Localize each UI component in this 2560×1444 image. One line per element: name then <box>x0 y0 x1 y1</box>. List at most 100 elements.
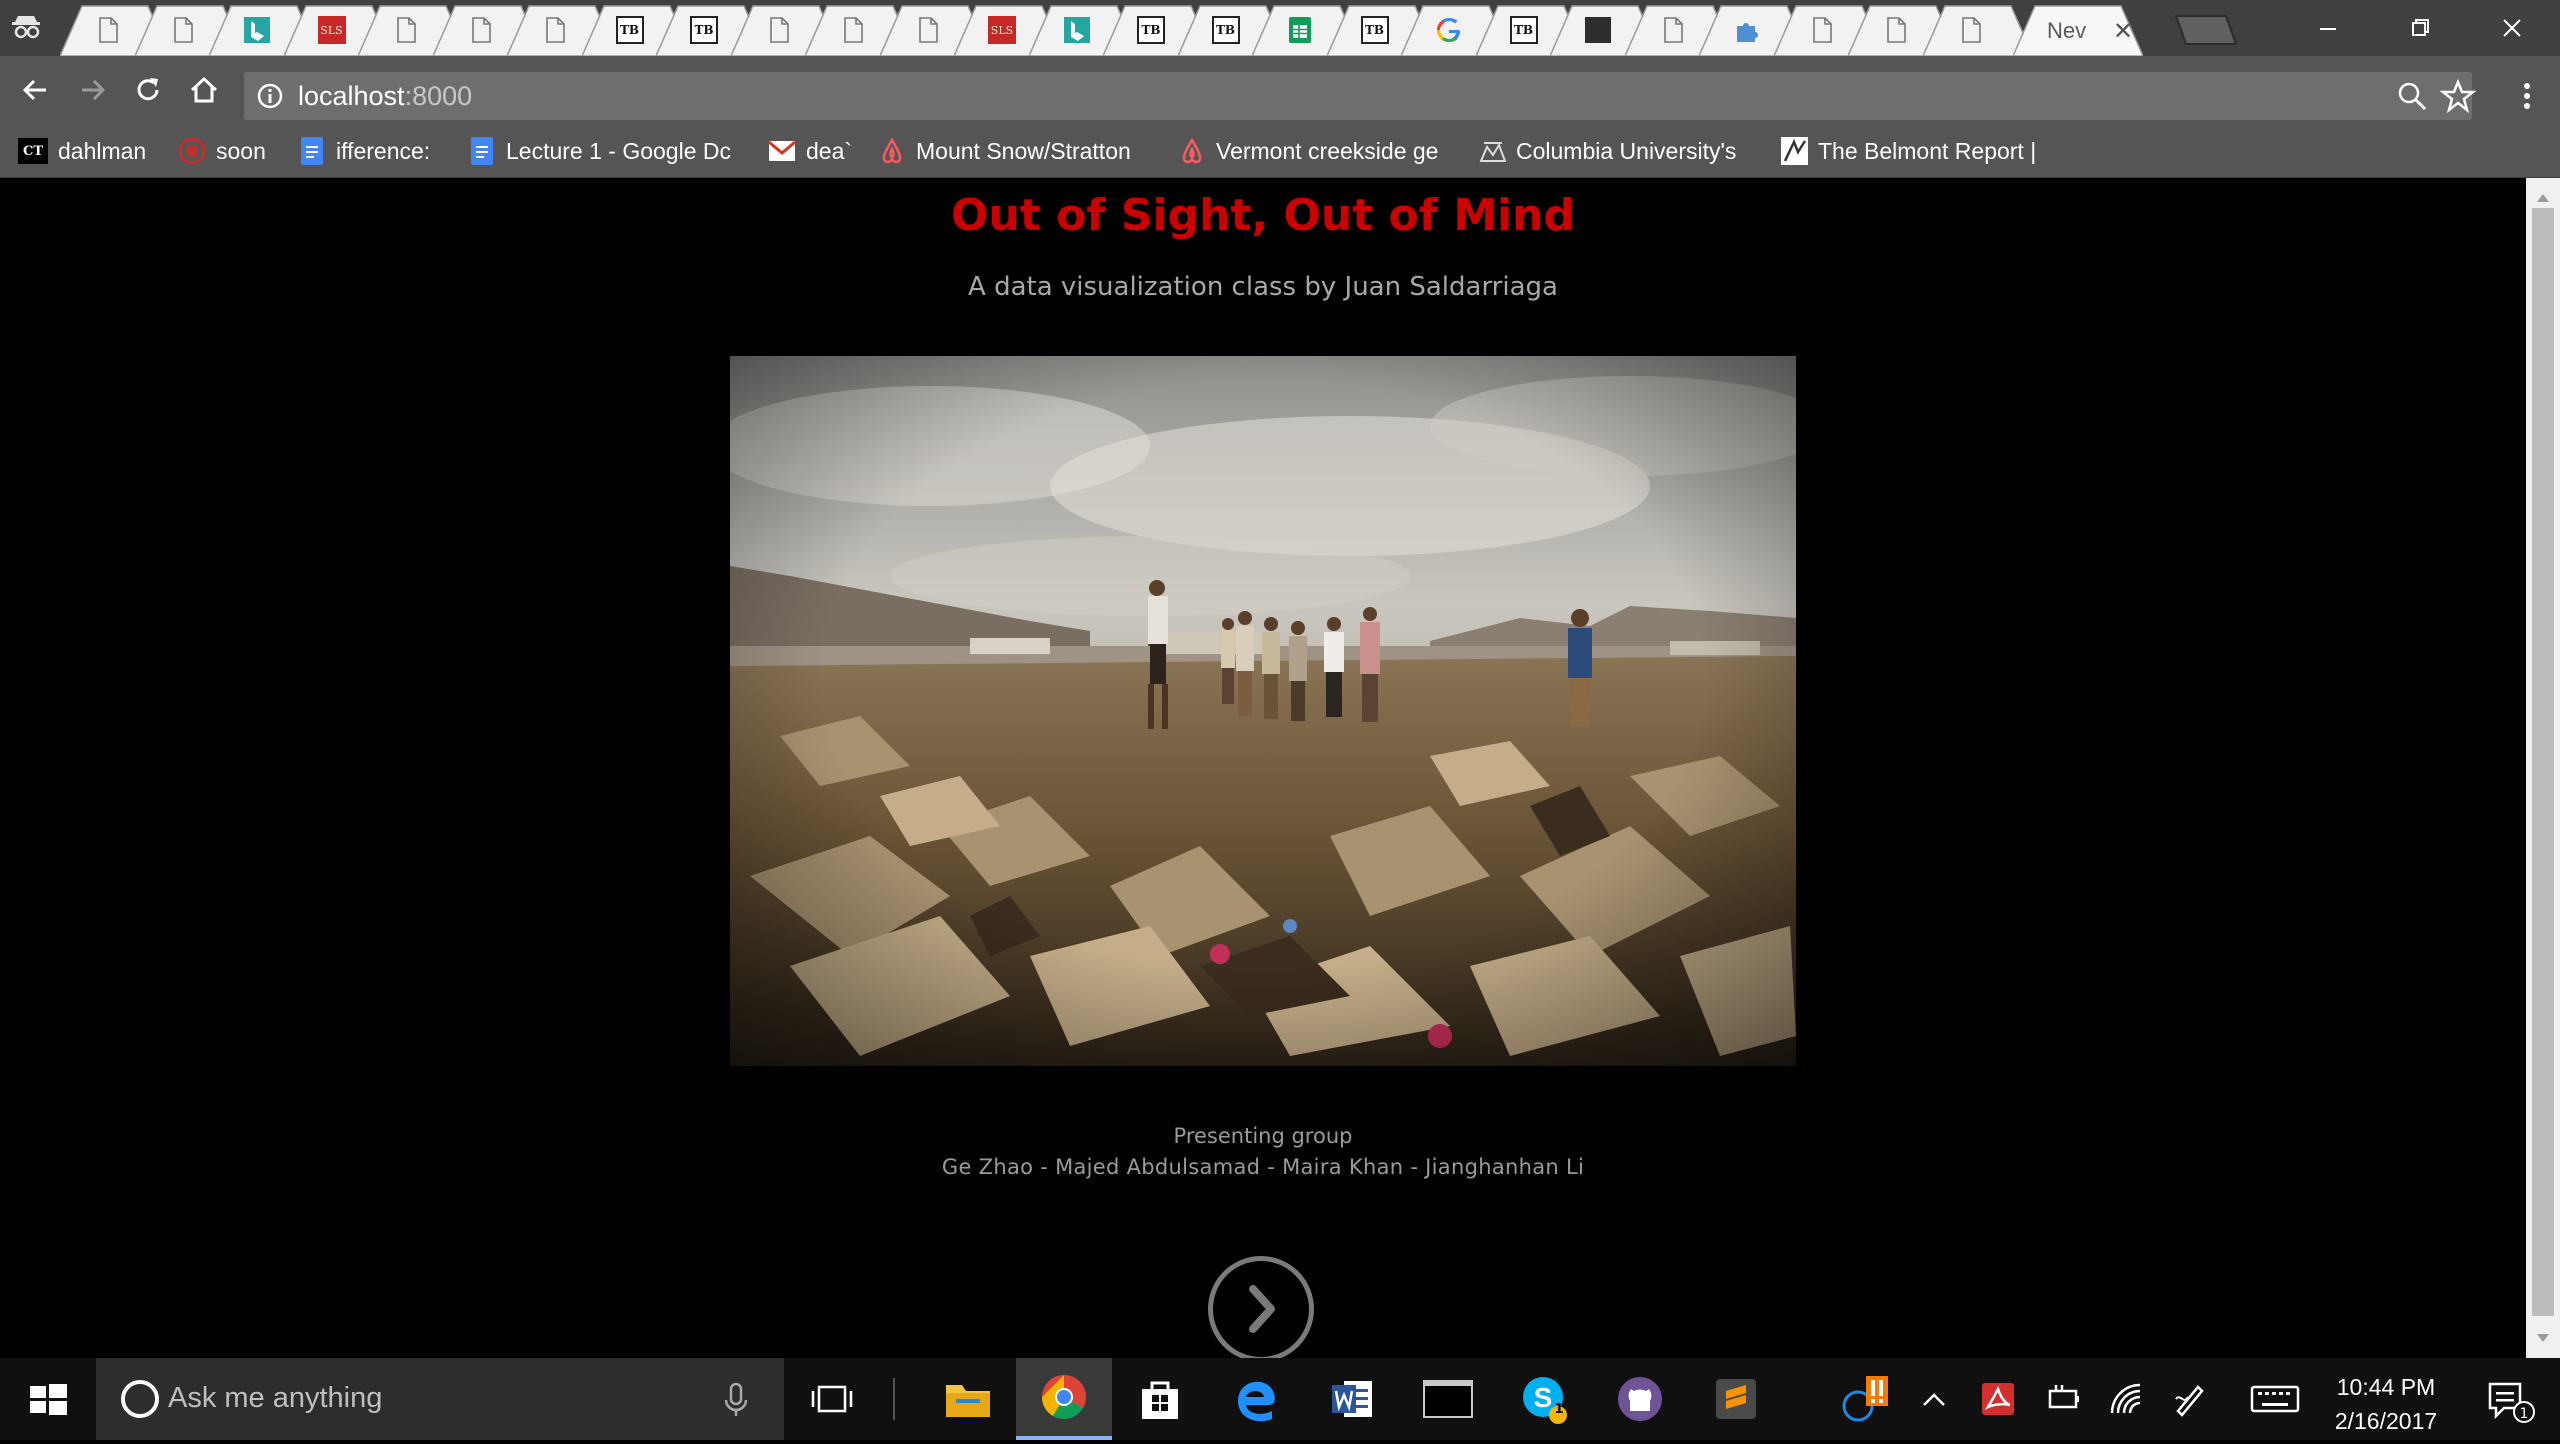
taskbar-github[interactable] <box>1592 1358 1688 1440</box>
menu-icon[interactable] <box>2512 78 2542 118</box>
bookmark-label: Columbia University's <box>1516 137 1737 164</box>
taskbar-chrome[interactable] <box>1016 1358 1112 1440</box>
minimize-button[interactable] <box>2288 4 2368 52</box>
columbia-icon <box>1478 137 1506 165</box>
taskbar-file-explorer[interactable] <box>920 1358 1016 1440</box>
tb-icon: TB <box>1211 16 1240 44</box>
reload-button[interactable] <box>128 70 168 110</box>
show-hidden-icons-chevron-icon[interactable] <box>1914 1378 1954 1420</box>
tab-close-icon[interactable]: ✕ <box>2113 17 2133 45</box>
url-text[interactable]: localhost:8000 <box>298 78 472 114</box>
page-icon <box>1882 16 1910 44</box>
tab-strip: SLS TB TB SLS TB TB TB TB Nev ✕ <box>0 0 2560 56</box>
active-browser-tab[interactable]: Nev ✕ <box>2013 4 2143 56</box>
taskbar-sublime[interactable] <box>1688 1358 1784 1440</box>
puzzle-icon <box>1733 16 1761 44</box>
page-subtitle: A data visualization class by Juan Salda… <box>968 272 1558 302</box>
bookmark-label: dea` <box>806 137 853 164</box>
taskbar-terminal[interactable] <box>1400 1358 1496 1440</box>
start-button[interactable] <box>0 1358 96 1440</box>
close-window-button[interactable] <box>2472 4 2552 52</box>
page-icon <box>1808 16 1836 44</box>
bing-icon <box>1063 16 1091 44</box>
taskbar-skype[interactable]: S 1 <box>1496 1358 1592 1440</box>
github-icon <box>1618 1377 1662 1421</box>
taskbar-edge[interactable] <box>1208 1358 1304 1440</box>
windows-taskbar: Ask me anything S 1 10:44 PM 2/16/2017 1 <box>0 1358 2560 1440</box>
gmail-icon <box>768 137 796 165</box>
page-viewport: Out of Sight, Out of Mind A data visuali… <box>0 178 2526 1358</box>
ct-icon: CT <box>18 138 48 164</box>
tb-icon: TB <box>1509 16 1538 44</box>
taskbar-word[interactable] <box>1304 1358 1400 1440</box>
page-icon <box>94 16 122 44</box>
scroll-down-arrow-icon[interactable] <box>2526 1324 2560 1354</box>
bookmark-vermont[interactable]: Vermont creekside ge <box>1178 133 1438 169</box>
bookmark-label: Mount Snow/Stratton <box>916 137 1131 164</box>
search-placeholder: Ask me anything <box>168 1382 383 1414</box>
edge-icon <box>1238 1381 1275 1422</box>
clock-date: 2/16/2017 <box>2334 1408 2438 1434</box>
page-icon <box>914 16 942 44</box>
pen-workspace-icon[interactable] <box>2170 1378 2210 1420</box>
clock[interactable]: 10:44 PM 2/16/2017 <box>2296 1370 2476 1438</box>
notification-count: 1 <box>2519 1406 2529 1422</box>
taskbar-store[interactable] <box>1112 1358 1208 1440</box>
caption-heading: Presenting group <box>1173 1124 1353 1148</box>
sublime-icon <box>1716 1379 1756 1419</box>
bookmark-dea[interactable]: dea` <box>768 133 852 169</box>
bookmark-label: ifference: <box>336 137 431 164</box>
forward-button[interactable] <box>72 70 112 110</box>
red-circle-icon <box>178 137 206 165</box>
incognito-icon <box>0 0 64 56</box>
cortana-icon <box>121 1380 159 1418</box>
address-bar[interactable] <box>244 72 2472 120</box>
touch-keyboard-icon[interactable] <box>2250 1378 2300 1420</box>
page-icon <box>765 16 793 44</box>
bookmark-belmont[interactable]: The Belmont Report | <box>1780 133 2036 169</box>
next-slide-button[interactable] <box>1208 1256 1314 1358</box>
folder-icon <box>946 1385 990 1417</box>
belmont-icon <box>1780 137 1808 165</box>
star-bookmark-icon[interactable] <box>2439 78 2477 118</box>
bookmark-dahlman[interactable]: CT dahlman <box>18 133 146 169</box>
url-host: localhost <box>298 81 405 111</box>
bookmark-columbia[interactable]: Columbia University's <box>1478 133 1736 169</box>
home-button[interactable] <box>184 70 224 110</box>
airbnb-icon <box>1178 137 1206 165</box>
task-view-icon <box>811 1385 853 1413</box>
active-tab-title: Nev <box>2047 18 2087 43</box>
page-icon <box>1957 16 1985 44</box>
url-port: :8000 <box>404 81 473 111</box>
tb-icon: TB <box>1137 16 1165 44</box>
zoom-icon[interactable] <box>2396 80 2428 116</box>
skype-badge: 1 <box>1554 1402 1564 1417</box>
info-icon[interactable] <box>254 80 286 116</box>
microphone-icon[interactable] <box>716 1358 756 1440</box>
scrollbar-thumb[interactable] <box>2532 208 2554 1316</box>
acrobat-tray-icon[interactable] <box>1978 1378 2018 1420</box>
store-icon <box>1142 1381 1178 1419</box>
action-center-icon[interactable]: 1 <box>2480 1378 2540 1423</box>
tray-alert-icon[interactable] <box>1836 1376 1896 1422</box>
restore-button[interactable] <box>2380 4 2460 52</box>
wifi-icon[interactable] <box>2106 1378 2146 1420</box>
caption-names: Ge Zhao - Majed Abdulsamad - Maira Khan … <box>941 1155 1585 1179</box>
airbnb-icon <box>878 137 906 165</box>
bookmark-soon[interactable]: soon <box>178 133 266 169</box>
page-icon <box>1659 16 1687 44</box>
new-tab-button[interactable] <box>2170 12 2240 52</box>
dark-square-icon <box>1584 16 1612 44</box>
bookmark-mount-snow[interactable]: Mount Snow/Stratton <box>878 133 1131 169</box>
bookmark-lecture-1[interactable]: Lecture 1 - Google Dc <box>468 133 731 169</box>
google-icon <box>1435 16 1463 44</box>
bookmark-label: soon <box>216 137 266 164</box>
page-icon <box>839 16 867 44</box>
task-view-button[interactable] <box>784 1358 880 1440</box>
battery-icon[interactable] <box>2042 1378 2082 1420</box>
word-icon <box>1332 1381 1372 1417</box>
back-button[interactable] <box>16 70 56 110</box>
bookmark-label: Vermont creekside ge <box>1216 137 1439 164</box>
bookmark-ifference[interactable]: ifference: <box>298 133 430 169</box>
page-icon <box>169 16 197 44</box>
